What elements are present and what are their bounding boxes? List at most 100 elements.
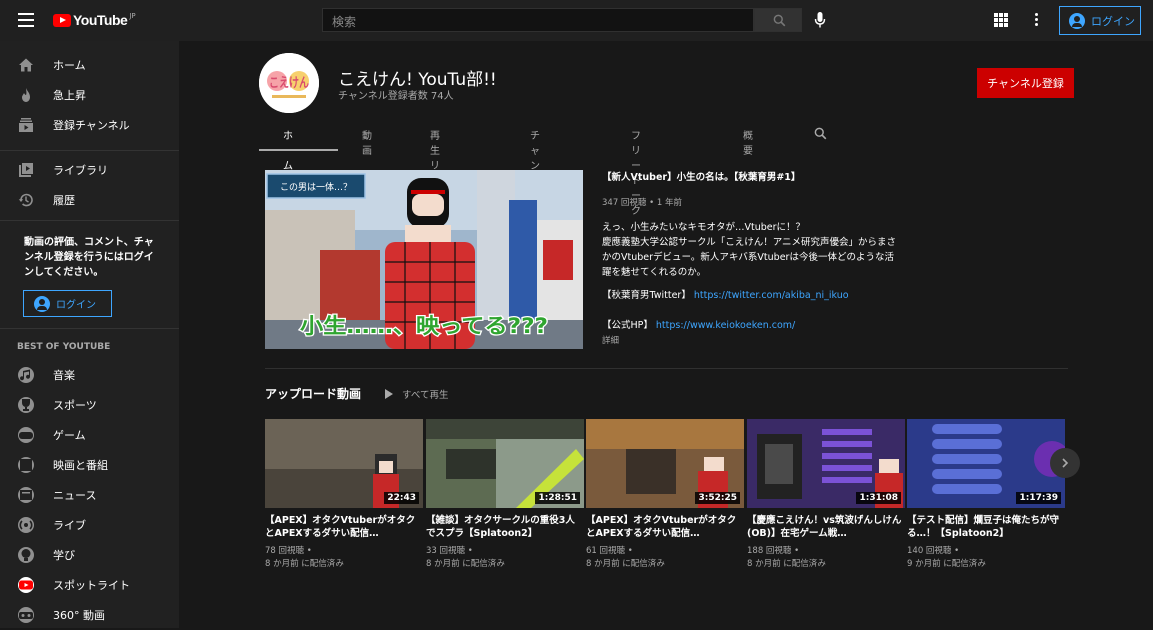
- sidebar-item-spotlight[interactable]: スポットライト: [0, 570, 179, 600]
- sidebar-item-music[interactable]: 音楽: [0, 360, 179, 390]
- search-button[interactable]: [754, 8, 802, 32]
- bulb-icon: [18, 547, 34, 563]
- subscribe-button[interactable]: チャンネル登録: [977, 68, 1074, 98]
- video-duration: 22:43: [384, 492, 419, 504]
- video-card[interactable]: 1:28:51 【雑談】オタクサークルの重役3人でスプラ【Splatoon2】 …: [426, 419, 584, 571]
- sidebar-item-label: スポットライト: [53, 579, 130, 592]
- tab-videos[interactable]: 動画: [362, 127, 372, 157]
- channel-logo: こえけん: [259, 53, 319, 113]
- channel-logo-text: こえけん: [269, 76, 309, 91]
- twitter-link[interactable]: https://twitter.com/akiba_ni_ikuo: [694, 290, 849, 301]
- sidebar-item-history[interactable]: 履歴: [0, 185, 179, 215]
- homepage-link[interactable]: https://www.keiokoeken.com/: [656, 320, 795, 331]
- video-title[interactable]: 【APEX】オタクVtuberがオタクとAPEXするダサい配信…: [265, 514, 423, 540]
- description-line: えっ、小生みたいなキモオタが…Vtuberに！？: [602, 222, 806, 233]
- sidebar-item-label: ライブ: [53, 519, 86, 532]
- video-meta: 140 回視聴 • 9 か月前 に配信済み: [907, 545, 1065, 571]
- video-duration: 1:28:51: [535, 492, 580, 504]
- video-card[interactable]: 3:52:25 【APEX】オタクVtuberがオタクとAPEXするダサい配信……: [586, 419, 744, 571]
- youtube-logo[interactable]: YouTube JP: [53, 11, 136, 29]
- play-all-button[interactable]: すべて再生: [385, 387, 448, 401]
- gamepad-icon: [18, 427, 34, 443]
- youtube-spotlight-icon: [18, 577, 34, 593]
- channel-avatar[interactable]: こえけん: [259, 53, 319, 113]
- film-icon: [18, 457, 34, 473]
- shelf-next-button[interactable]: [1050, 448, 1080, 478]
- video-thumbnail[interactable]: 3:52:25: [586, 419, 744, 508]
- youtube-play-icon: [53, 13, 71, 27]
- video-meta: 78 回視聴 • 8 か月前 に配信済み: [265, 545, 423, 571]
- video-duration: 1:17:39: [1016, 492, 1061, 504]
- main-content: こえけん こえけん! YouTu部!! チャンネル登録者数 74人 チャンネル登…: [179, 41, 1153, 628]
- sidebar-item-learning[interactable]: 学び: [0, 540, 179, 570]
- video-age: 8 か月前 に配信済み: [426, 559, 505, 569]
- top-bar: YouTube JP 検索 ログイン: [0, 0, 1153, 41]
- video-views: 188 回視聴 •: [747, 546, 800, 556]
- sidebar-item-label: ニュース: [53, 489, 97, 502]
- music-icon: [18, 367, 34, 383]
- sidebar-item-subscriptions[interactable]: 登録チャンネル: [0, 110, 179, 140]
- sidebar-item-label: ライブラリ: [53, 164, 108, 177]
- sidebar-divider: [0, 150, 179, 151]
- news-icon: [18, 487, 34, 503]
- library-icon: [18, 162, 34, 178]
- video-views: 78 回視聴 •: [265, 546, 312, 556]
- video-title[interactable]: 【テスト配信】爛豆子は俺たちが守る…！【Splatoon2】: [907, 514, 1065, 540]
- sidebar-item-news[interactable]: ニュース: [0, 480, 179, 510]
- sidebar-item-label: 履歴: [53, 194, 75, 207]
- video-card[interactable]: 22:43 【APEX】オタクVtuberがオタクとAPEXするダサい配信… 7…: [265, 419, 423, 571]
- video-title[interactable]: 【APEX】オタクVtuberがオタクとAPEXするダサい配信…: [586, 514, 744, 540]
- sidebar-item-movies[interactable]: 映画と番組: [0, 450, 179, 480]
- video-thumbnail[interactable]: 22:43: [265, 419, 423, 508]
- video-thumbnail[interactable]: 1:31:08: [747, 419, 905, 508]
- twitter-line: 【秋葉育男Twitter】 https://twitter.com/akiba_…: [602, 288, 902, 303]
- sidebar-login-button[interactable]: ログイン: [23, 290, 112, 317]
- featured-video-title[interactable]: 【新人Vtuber】小生の名は。【秋葉育男#1】: [602, 169, 800, 183]
- channel-header: こえけん こえけん! YouTu部!! チャンネル登録者数 74人 チャンネル登…: [179, 41, 1153, 217]
- sidebar-item-gaming[interactable]: ゲーム: [0, 420, 179, 450]
- subscriptions-icon: [18, 117, 34, 133]
- sidebar-item-label: ホーム: [53, 59, 86, 72]
- video-age: 8 か月前 に配信済み: [586, 559, 665, 569]
- sidebar-item-trending[interactable]: 急上昇: [0, 80, 179, 110]
- video-meta: 61 回視聴 • 8 か月前 に配信済み: [586, 545, 744, 571]
- thumbnail-tag-text: この男は一体…？: [280, 181, 352, 193]
- sidebar-item-home[interactable]: ホーム: [0, 50, 179, 80]
- video-title[interactable]: 【雑談】オタクサークルの重役3人でスプラ【Splatoon2】: [426, 514, 584, 540]
- login-button[interactable]: ログイン: [1059, 6, 1141, 35]
- video-age: 9 か月前 に配信済み: [907, 559, 986, 569]
- video-card[interactable]: 1:31:08 【慶應こえけん！vs筑波げんしけん(OB)】在宅ゲーム戦… 18…: [747, 419, 905, 571]
- featured-video-thumbnail[interactable]: この男は一体…？ 小生……、映ってる???: [265, 170, 583, 349]
- uploads-shelf-title[interactable]: アップロード動画: [265, 385, 361, 402]
- sidebar: ホーム 急上昇 登録チャンネル ライブラリ 履歴 動画の評価、コメント、チャンネ…: [0, 41, 179, 628]
- apps-grid-icon[interactable]: [994, 13, 1008, 27]
- microphone-icon[interactable]: [814, 12, 826, 28]
- history-icon: [18, 192, 34, 208]
- thumbnail-caption-text: 小生……、映ってる???: [300, 314, 548, 338]
- sidebar-item-sports[interactable]: スポーツ: [0, 390, 179, 420]
- sidebar-item-label: 映画と番組: [53, 459, 108, 472]
- account-icon: [34, 295, 50, 312]
- hamburger-menu-icon[interactable]: [18, 13, 34, 27]
- play-all-label: すべて再生: [402, 390, 449, 401]
- sidebar-item-live[interactable]: ライブ: [0, 510, 179, 540]
- video-title[interactable]: 【慶應こえけん！vs筑波げんしけん(OB)】在宅ゲーム戦…: [747, 514, 905, 540]
- video-meta: 188 回視聴 • 8 か月前 に配信済み: [747, 545, 905, 571]
- video-card[interactable]: 1:17:39 【テスト配信】爛豆子は俺たちが守る…！【Splatoon2】 1…: [907, 419, 1065, 571]
- video-thumbnail[interactable]: 1:17:39: [907, 419, 1065, 508]
- sidebar-item-label: 登録チャンネル: [53, 119, 130, 132]
- video-age: 8 か月前 に配信済み: [265, 559, 344, 569]
- search-input[interactable]: 検索: [322, 8, 754, 32]
- sidebar-item-library[interactable]: ライブラリ: [0, 155, 179, 185]
- tab-about[interactable]: 概要: [743, 127, 753, 157]
- search-icon[interactable]: [814, 127, 827, 140]
- video-meta: 33 回視聴 • 8 か月前 に配信済み: [426, 545, 584, 571]
- login-prompt-text: 動画の評価、コメント、チャンネル登録を行うにはログインしてください。: [24, 237, 154, 278]
- sidebar-item-360[interactable]: 360° 動画: [0, 600, 179, 630]
- video-views: 61 回視聴 •: [586, 546, 633, 556]
- more-vert-icon[interactable]: [1035, 13, 1039, 27]
- show-more-link[interactable]: 詳細: [602, 334, 619, 346]
- video-thumbnail[interactable]: 1:28:51: [426, 419, 584, 508]
- sidebar-item-label: 音楽: [53, 369, 75, 382]
- subscriber-count: チャンネル登録者数 74人: [338, 91, 454, 102]
